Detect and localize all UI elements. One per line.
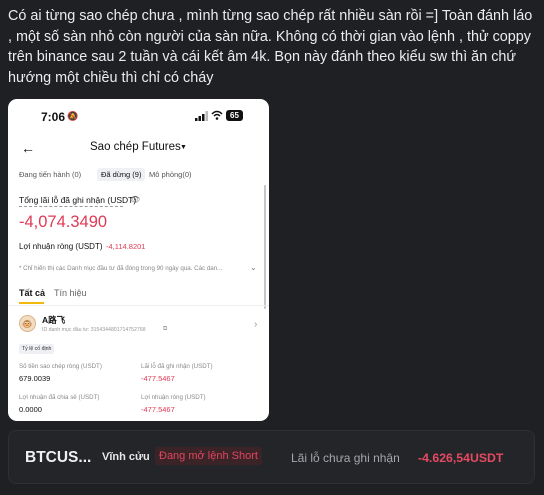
unrealized-pnl-label: Lãi lỗ chưa ghi nhận bbox=[291, 451, 400, 465]
subtab-in-progress[interactable]: Đang tiến hành (0) bbox=[19, 170, 81, 179]
trader-name[interactable]: A路飞 bbox=[42, 314, 65, 326]
copy-icon[interactable]: ⧉ bbox=[163, 326, 167, 333]
active-tab-indicator bbox=[19, 302, 44, 304]
phone-screenshot: 7:06 🔕 65 ← Sao chép Futures ▼ Đang tiến… bbox=[8, 99, 269, 421]
pnl-label: Tổng lãi lỗ đã ghi nhận (USDT) bbox=[19, 195, 137, 205]
position-card[interactable]: BTCUS... Vĩnh cửu Đang mở lệnh Short Lãi… bbox=[8, 430, 535, 484]
status-badge: Đang mở lệnh Short bbox=[155, 447, 262, 465]
ratio-tag: Tỷ lệ cố định bbox=[19, 344, 55, 354]
battery-icon: 65 bbox=[226, 110, 243, 121]
pnl-label-underline bbox=[19, 206, 123, 207]
stat-value: 0.0000 bbox=[19, 405, 42, 414]
subtab-stopped[interactable]: Đã dừng (9) bbox=[97, 168, 146, 181]
stat-value: 679.0039 bbox=[19, 374, 51, 383]
stat-label: Lợi nhuận đã chia sẻ (USDT) bbox=[19, 394, 100, 401]
pnl-value: -4,074.3490 bbox=[19, 213, 108, 231]
net-profit-label: Lợi nhuận ròng (USDT) bbox=[19, 242, 103, 251]
contract-type: Vĩnh cửu bbox=[102, 451, 150, 463]
stat-label: Số tiền sao chép ròng (USDT) bbox=[19, 363, 102, 370]
trader-portfolio-id: ID danh mục đầu tư: 3154344801714752768 bbox=[42, 327, 146, 333]
stat-label: Lãi lỗ đã ghi nhận (USDT) bbox=[141, 363, 213, 370]
stat-label: Lợi nhuận ròng (USDT) bbox=[141, 394, 206, 401]
symbol: BTCUS... bbox=[25, 449, 92, 466]
eye-icon[interactable]: 👁 bbox=[130, 195, 140, 204]
disclaimer-note: * Chỉ hiển thị các Danh mục đầu tư đã đó… bbox=[19, 265, 223, 272]
stat-value: -477.5467 bbox=[141, 374, 175, 383]
chevron-right-icon[interactable]: › bbox=[254, 319, 257, 330]
unrealized-pnl-value: -4.626,54USDT bbox=[418, 451, 504, 465]
post-text: Có ai từng sao chép chưa , mình từng sao… bbox=[8, 8, 533, 86]
status-bar: 7:06 🔕 65 bbox=[8, 99, 269, 135]
tab-signal[interactable]: Tín hiệu bbox=[54, 288, 87, 298]
tab-all[interactable]: Tất cả bbox=[19, 288, 45, 298]
page-title[interactable]: Sao chép Futures bbox=[90, 141, 181, 153]
caret-down-icon[interactable]: ▼ bbox=[180, 144, 187, 151]
net-profit-value: -4,114.8201 bbox=[106, 242, 146, 251]
status-time: 7:06 bbox=[41, 110, 66, 124]
wifi-icon bbox=[211, 110, 223, 120]
back-arrow-icon[interactable]: ← bbox=[21, 140, 35, 156]
scrollbar[interactable] bbox=[264, 185, 266, 309]
tab-divider bbox=[8, 305, 269, 306]
subtab-simulation[interactable]: Mô phỏng(0) bbox=[149, 170, 192, 179]
signal-icon bbox=[195, 111, 208, 121]
stat-value: -477.5467 bbox=[141, 405, 175, 414]
avatar: 🐵 bbox=[19, 315, 36, 332]
chevron-down-icon[interactable]: ⌄ bbox=[250, 263, 257, 272]
bell-muted-icon: 🔕 bbox=[67, 111, 79, 121]
